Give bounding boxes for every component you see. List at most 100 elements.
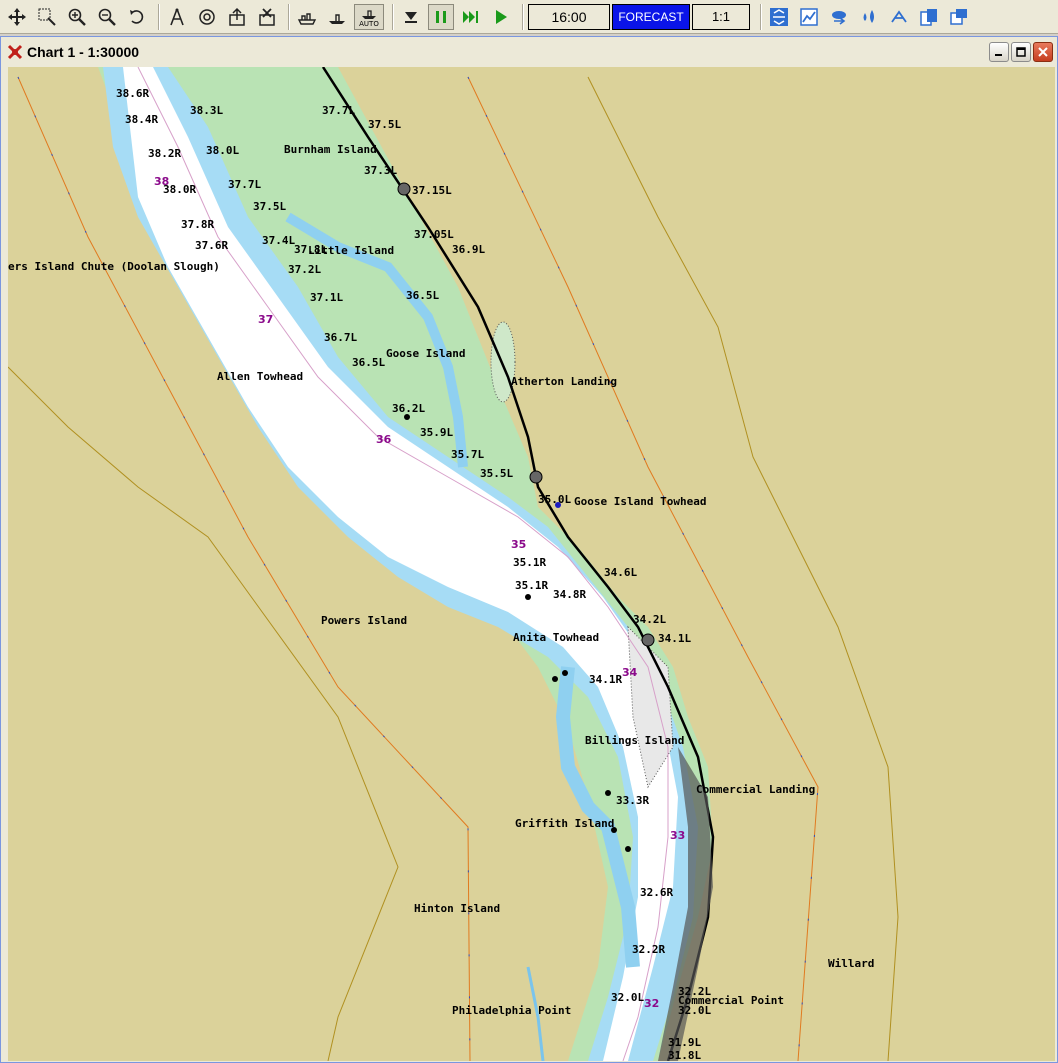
buoy-marker[interactable]	[625, 846, 631, 852]
structure-marker[interactable]	[641, 633, 655, 647]
chart-app-icon	[7, 44, 23, 60]
place-label: Allen Towhead	[217, 370, 303, 383]
chart-window: Chart 1 - 1:30000 38 37 36 35 34 33 32 3…	[0, 36, 1058, 1063]
mile-label: 36.7L	[324, 331, 357, 344]
forecast-button[interactable]: FORECAST	[612, 3, 690, 30]
mile-label: 38.0L	[206, 144, 239, 157]
mile-label: 36.2L	[392, 402, 425, 415]
mile-label: 31.9L	[668, 1036, 701, 1049]
chart-canvas[interactable]: 38 37 36 35 34 33 32 38.6R 38.3L 38.4R 3…	[8, 67, 1055, 1061]
place-label: Willard	[828, 957, 874, 970]
place-label: Commercial Landing	[696, 783, 815, 796]
ship-icon[interactable]	[324, 4, 350, 30]
fast-forward-icon[interactable]	[458, 4, 484, 30]
mile-label: 35.9L	[420, 426, 453, 439]
buoy-marker[interactable]	[562, 670, 568, 676]
place-label: Goose Island	[386, 347, 465, 360]
refresh-arrows-icon[interactable]	[766, 4, 792, 30]
undo-icon[interactable]	[124, 4, 150, 30]
mile-label: 34.1L	[658, 632, 691, 645]
buoy-marker[interactable]	[555, 502, 561, 508]
target-icon[interactable]	[194, 4, 220, 30]
toolbar-separator	[288, 3, 290, 30]
auto-label: AUTO	[359, 19, 379, 28]
auto-track-button[interactable]: AUTO	[354, 3, 384, 30]
mile-label: 37.1L	[310, 291, 343, 304]
maximize-button[interactable]	[1011, 42, 1031, 62]
windows-icon[interactable]	[946, 4, 972, 30]
place-label: Anita Towhead	[513, 631, 599, 644]
mile-label: 37.6R	[195, 239, 228, 252]
mile-label: 37.5L	[368, 118, 401, 131]
toolbar-separator	[522, 3, 524, 30]
mile-label: 37.5L	[253, 200, 286, 213]
mile-label: 35.1R	[513, 556, 546, 569]
mile-label: 34.2L	[633, 613, 666, 626]
play-icon[interactable]	[488, 4, 514, 30]
graph-icon[interactable]	[796, 4, 822, 30]
mile-label: 35.1R	[515, 579, 548, 592]
buoy-marker[interactable]	[611, 827, 617, 833]
mile-label: 37.05L	[414, 228, 454, 241]
mile-label: 35.5L	[480, 467, 513, 480]
mile-label: 35.0L	[538, 493, 571, 506]
time-display[interactable]: 16:00	[528, 3, 610, 30]
buoy-marker[interactable]	[552, 676, 558, 682]
mile-label: 36.9L	[452, 243, 485, 256]
mile-marker: 33	[670, 829, 685, 842]
weather-icon[interactable]	[826, 4, 852, 30]
vessel-icon[interactable]	[294, 4, 320, 30]
delete-chart-icon[interactable]	[254, 4, 280, 30]
mile-label: 32.6R	[640, 886, 673, 899]
place-label: Hinton Island	[414, 902, 500, 915]
zoom-in-icon[interactable]	[64, 4, 90, 30]
water-drop-icon[interactable]	[856, 4, 882, 30]
mile-label: 37.7L	[228, 178, 261, 191]
window-title: Chart 1 - 1:30000	[27, 44, 140, 60]
mile-label: 37.15L	[412, 184, 452, 197]
structure-marker[interactable]	[529, 470, 543, 484]
mile-label: 38.2R	[148, 147, 181, 160]
window-titlebar[interactable]: Chart 1 - 1:30000	[1, 37, 1057, 67]
step-down-icon[interactable]	[398, 4, 424, 30]
structure-marker[interactable]	[397, 182, 411, 196]
buoy-marker[interactable]	[525, 594, 531, 600]
main-toolbar: AUTO 16:00 FORECAST 1:1	[0, 0, 1058, 34]
wind-icon[interactable]	[886, 4, 912, 30]
buoy-marker[interactable]	[404, 414, 410, 420]
mile-label: 34.6L	[604, 566, 637, 579]
place-label: Billings Island	[585, 734, 684, 747]
pause-icon[interactable]	[428, 3, 454, 30]
mile-label: 37.4L	[262, 234, 295, 247]
minimize-button[interactable]	[989, 42, 1009, 62]
window-controls	[987, 42, 1053, 62]
mile-label: 33.3R	[616, 794, 649, 807]
copy-icon[interactable]	[916, 4, 942, 30]
toolbar-separator	[392, 3, 394, 30]
mile-label: 36.5L	[352, 356, 385, 369]
mile-marker: 35	[511, 538, 526, 551]
mile-marker: 32	[644, 997, 659, 1010]
mile-label: 37.7L	[322, 104, 355, 117]
zoom-select-icon[interactable]	[34, 4, 60, 30]
place-label: Commercial Point	[678, 994, 784, 1007]
buoy-marker[interactable]	[605, 790, 611, 796]
ratio-display[interactable]: 1:1	[692, 3, 750, 30]
place-label: Little Island	[308, 244, 394, 257]
mile-label: 34.1R	[589, 673, 622, 686]
mile-label: 38.6R	[116, 87, 149, 100]
place-label: Burnham Island	[284, 143, 377, 156]
place-label: Powers Island	[321, 614, 407, 627]
mile-marker: 34	[622, 666, 638, 679]
place-label: Goose Island Towhead	[574, 495, 706, 508]
mile-label: 37.8R	[181, 218, 214, 231]
chart-map[interactable]: 38 37 36 35 34 33 32 38.6R 38.3L 38.4R 3…	[8, 67, 1055, 1061]
mile-label: 31.8L	[668, 1049, 701, 1061]
mile-label: 32.0L	[611, 991, 644, 1004]
mile-label: 38.3L	[190, 104, 223, 117]
export-icon[interactable]	[224, 4, 250, 30]
measure-icon[interactable]	[164, 4, 190, 30]
pan-icon[interactable]	[4, 4, 30, 30]
zoom-out-icon[interactable]	[94, 4, 120, 30]
close-button[interactable]	[1033, 42, 1053, 62]
